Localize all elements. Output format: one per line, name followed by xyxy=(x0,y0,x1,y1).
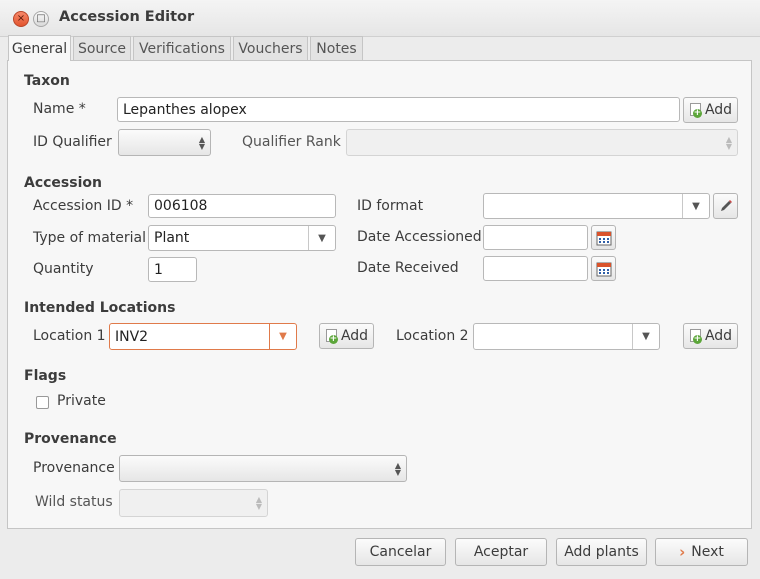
chevron-down-icon: ▼ xyxy=(269,324,296,349)
accession-id-input[interactable]: 006108 xyxy=(148,194,336,218)
location2-combo[interactable]: ▼ xyxy=(473,323,660,350)
accession-id-label: Accession ID * xyxy=(33,198,134,214)
section-intended-locations: Intended Locations xyxy=(24,300,176,316)
add-icon: + xyxy=(689,329,703,344)
provenance-label: Provenance xyxy=(33,460,115,476)
provenance-select[interactable]: ▲ ▼ xyxy=(119,455,407,482)
type-of-material-combo[interactable]: Plant ▼ xyxy=(148,225,336,251)
section-provenance: Provenance xyxy=(24,431,117,447)
add-plants-button[interactable]: Add plants xyxy=(556,538,647,566)
updown-icon: ▲ ▼ xyxy=(394,460,401,477)
private-label[interactable]: Private xyxy=(57,393,106,409)
taxon-name-input[interactable]: Lepanthes alopex xyxy=(117,97,680,122)
add-location1-button[interactable]: + Add xyxy=(319,323,374,349)
calendar-icon xyxy=(596,262,611,276)
cancel-button[interactable]: Cancelar xyxy=(355,538,446,566)
accession-id-value: 006108 xyxy=(154,198,208,214)
window-title: Accession Editor xyxy=(59,9,195,25)
wild-status-select: ▲ ▼ xyxy=(119,489,268,517)
type-of-material-value: Plant xyxy=(154,230,190,246)
date-accessioned-calendar-button[interactable] xyxy=(591,225,616,250)
chevron-down-icon: ▼ xyxy=(682,194,709,218)
location2-label: Location 2 xyxy=(396,328,469,344)
edit-id-format-button[interactable] xyxy=(713,193,738,219)
tab-verifications[interactable]: Verifications xyxy=(133,36,231,61)
add-location2-button[interactable]: + Add xyxy=(683,323,738,349)
section-flags: Flags xyxy=(24,368,67,384)
maximize-icon[interactable]: □ xyxy=(33,11,49,27)
close-icon[interactable]: × xyxy=(13,11,29,27)
add-taxon-button[interactable]: + Add xyxy=(683,97,738,123)
date-accessioned-label: Date Accessioned xyxy=(357,229,482,245)
private-checkbox[interactable] xyxy=(36,396,49,409)
calendar-icon xyxy=(596,231,611,245)
add-taxon-label: Add xyxy=(704,102,733,118)
date-received-calendar-button[interactable] xyxy=(591,256,616,281)
qualifier-rank-select: ▲ ▼ xyxy=(346,129,738,156)
chevron-down-icon: ▼ xyxy=(308,226,335,250)
updown-icon: ▲ ▼ xyxy=(198,134,205,151)
title-bar: × □ Accession Editor xyxy=(0,0,760,37)
location1-combo[interactable]: INV2 ▼ xyxy=(109,323,297,350)
section-accession: Accession xyxy=(24,175,102,191)
name-label: Name * xyxy=(33,101,86,117)
next-button[interactable]: › Next xyxy=(655,538,748,566)
qualifier-rank-label: Qualifier Rank xyxy=(242,134,341,150)
add-location1-label: Add xyxy=(340,328,369,344)
chevron-down-icon: ▼ xyxy=(632,324,659,349)
date-received-label: Date Received xyxy=(357,260,459,276)
date-accessioned-input[interactable] xyxy=(483,225,588,250)
date-received-input[interactable] xyxy=(483,256,588,281)
tab-vouchers[interactable]: Vouchers xyxy=(233,36,308,61)
add-icon: + xyxy=(689,103,703,118)
chevron-right-icon: › xyxy=(679,543,686,561)
location1-value: INV2 xyxy=(115,328,149,345)
accept-button[interactable]: Aceptar xyxy=(455,538,547,566)
add-icon: + xyxy=(325,329,339,344)
taxon-name-value: Lepanthes alopex xyxy=(123,101,247,118)
pencil-icon xyxy=(720,200,732,211)
updown-icon: ▲ ▼ xyxy=(255,495,262,511)
quantity-label: Quantity xyxy=(33,261,94,277)
id-format-label: ID format xyxy=(357,198,424,214)
type-of-material-label: Type of material xyxy=(33,230,146,246)
id-format-combo[interactable]: ▼ xyxy=(483,193,710,219)
next-label: Next xyxy=(691,544,724,560)
tab-notes[interactable]: Notes xyxy=(310,36,363,61)
id-qualifier-select[interactable]: ▲ ▼ xyxy=(118,129,211,156)
location1-label: Location 1 xyxy=(33,328,106,344)
quantity-value: 1 xyxy=(154,261,163,278)
tab-source[interactable]: Source xyxy=(73,36,131,61)
quantity-input[interactable]: 1 xyxy=(148,257,197,282)
tab-general[interactable]: General xyxy=(8,35,71,61)
wild-status-label: Wild status xyxy=(35,494,113,510)
updown-icon: ▲ ▼ xyxy=(725,134,732,151)
add-location2-label: Add xyxy=(704,328,733,344)
id-qualifier-label: ID Qualifier xyxy=(33,134,112,150)
section-taxon: Taxon xyxy=(24,73,70,89)
